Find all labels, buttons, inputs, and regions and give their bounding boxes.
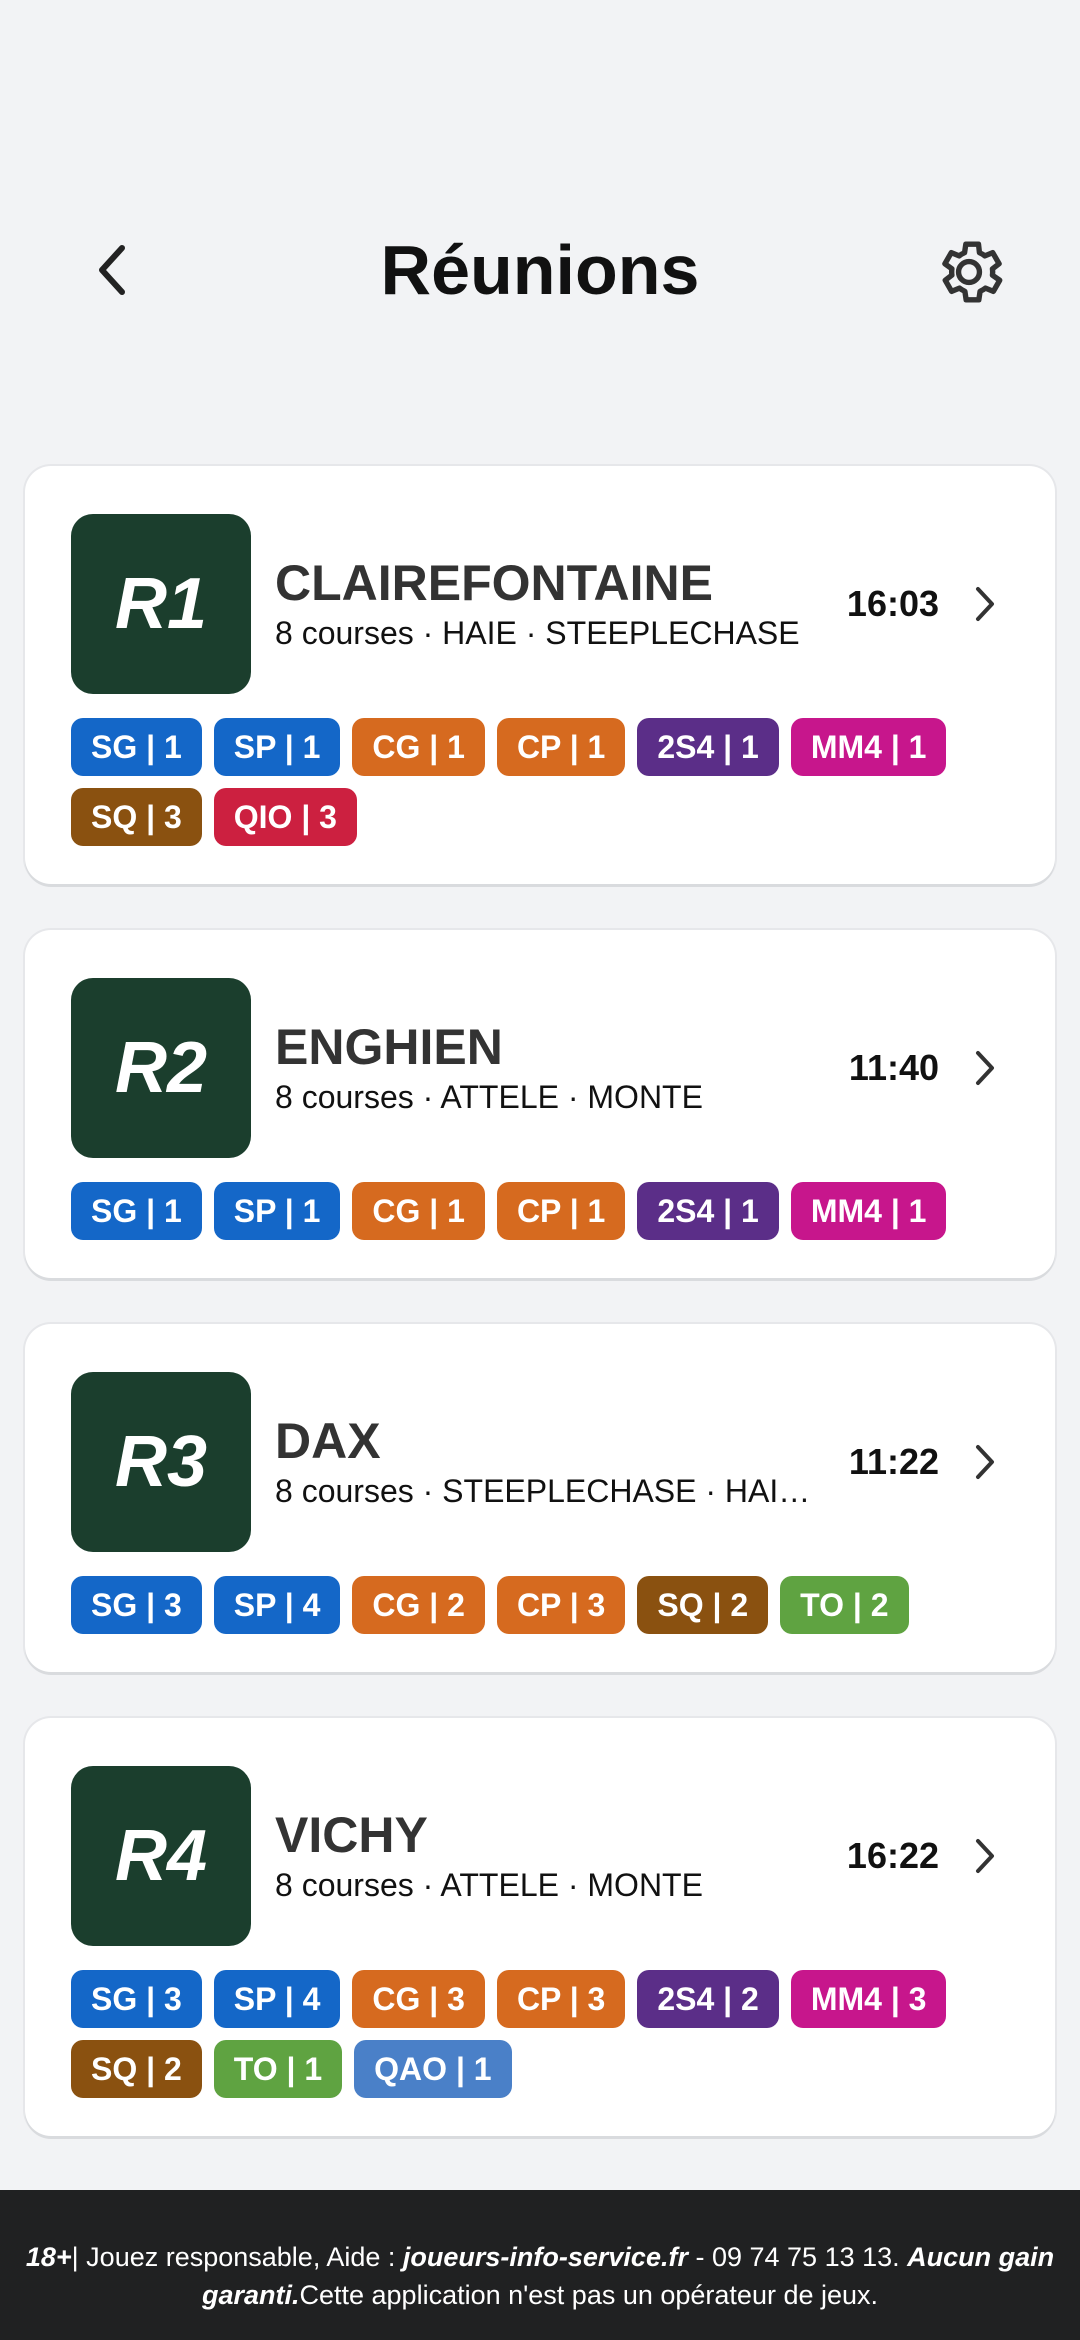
meeting-venue: ENGHIEN — [275, 1019, 503, 1075]
bet-type-chip[interactable]: CG | 3 — [352, 1970, 485, 2028]
footer-disclaimer: Cette application n'est pas un opérateur… — [299, 2280, 879, 2310]
chevron-right-icon[interactable] — [965, 1048, 1005, 1088]
meeting-card[interactable]: R3 DAX 8 courses · STEEPLECHASE · HAIE ·… — [25, 1324, 1055, 1672]
meeting-venue: CLAIREFONTAINE — [275, 555, 713, 611]
meeting-subtitle: 8 courses · HAIE · STEEPLECHASE — [275, 615, 800, 651]
bet-type-chip[interactable]: SP | 4 — [213, 1576, 341, 1634]
meeting-info: DAX 8 courses · STEEPLECHASE · HAIE · ..… — [275, 1412, 819, 1512]
bet-type-chip[interactable]: CP | 3 — [496, 1970, 626, 2028]
meeting-code-badge: R1 — [71, 514, 251, 694]
help-site-link[interactable]: joueurs-info-service.fr — [403, 2242, 688, 2272]
bet-type-chip[interactable]: SG | 1 — [71, 1182, 202, 1240]
bet-type-chips: SG | 3 SP | 4 CG | 3 CP | 3 2S4 | 2 MM4 | 3 SQ… — [71, 1970, 991, 2098]
bet-type-chip[interactable]: MM4 | 1 — [790, 1182, 947, 1240]
bet-type-chip[interactable]: SP | 1 — [213, 1182, 341, 1240]
header: Réunions — [0, 200, 1080, 340]
meeting-venue: DAX — [275, 1413, 381, 1469]
meeting-list: R1 CLAIREFONTAINE 8 courses · HAIE · STE… — [25, 466, 1055, 2182]
meeting-code-badge: R2 — [71, 978, 251, 1158]
bet-type-chip[interactable]: CP | 1 — [496, 718, 626, 776]
meeting-card-header: R2 ENGHIEN 8 courses · ATTELE · MONTE 11… — [71, 978, 1009, 1158]
bet-type-chip[interactable]: MM4 | 3 — [790, 1970, 947, 2028]
bet-type-chip[interactable]: SG | 3 — [71, 1970, 202, 2028]
bet-type-chip[interactable]: CG | 1 — [352, 1182, 485, 1240]
meeting-subtitle: 8 courses · ATTELE · MONTE — [275, 1867, 703, 1903]
page-title: Réunions — [380, 231, 700, 309]
meeting-info: ENGHIEN 8 courses · ATTELE · MONTE — [275, 1018, 819, 1118]
meeting-card[interactable]: R4 VICHY 8 courses · ATTELE · MONTE 16:2… — [25, 1718, 1055, 2136]
bet-type-chip[interactable]: QIO | 3 — [213, 788, 357, 846]
bet-type-chip[interactable]: TO | 2 — [780, 1576, 909, 1634]
bet-type-chip[interactable]: 2S4 | 1 — [637, 718, 779, 776]
meeting-subtitle: 8 courses · STEEPLECHASE · HAIE · ... — [275, 1473, 819, 1509]
bet-type-chip[interactable]: SQ | 3 — [71, 788, 202, 846]
bet-type-chip[interactable]: MM4 | 1 — [790, 718, 947, 776]
bet-type-chip[interactable]: 2S4 | 2 — [637, 1970, 779, 2028]
bet-type-chip[interactable]: CP | 3 — [496, 1576, 626, 1634]
meeting-time: 16:22 — [846, 1835, 939, 1876]
meeting-info: CLAIREFONTAINE 8 courses · HAIE · STEEPL… — [275, 554, 819, 654]
meeting-code-badge: R4 — [71, 1766, 251, 1946]
meeting-time: 16:03 — [846, 583, 939, 624]
bet-type-chip[interactable]: QAO | 1 — [354, 2040, 512, 2098]
bet-type-chip[interactable]: SG | 3 — [71, 1576, 202, 1634]
meeting-card-header: R1 CLAIREFONTAINE 8 courses · HAIE · STE… — [71, 514, 1009, 694]
meeting-venue: VICHY — [275, 1807, 428, 1863]
footer-phone: - 09 74 75 13 13. — [687, 2242, 908, 2272]
footer-text-1: | Jouez responsable, Aide : — [71, 2242, 403, 2272]
gear-icon — [942, 241, 1003, 303]
meeting-subtitle: 8 courses · ATTELE · MONTE — [275, 1079, 703, 1115]
bet-type-chip[interactable]: SP | 1 — [213, 718, 341, 776]
settings-button[interactable] — [925, 228, 1013, 316]
bet-type-chips: SG | 1 SP | 1 CG | 1 CP | 1 2S4 | 1 MM4 | 1 — [71, 1182, 991, 1240]
bet-type-chips: SG | 3 SP | 4 CG | 2 CP | 3 SQ | 2 TO | 2 — [71, 1576, 991, 1634]
bet-type-chip[interactable]: SG | 1 — [71, 718, 202, 776]
bet-type-chip[interactable]: TO | 1 — [213, 2040, 343, 2098]
chevron-right-icon[interactable] — [965, 1836, 1005, 1876]
age-label: 18+ — [25, 2242, 72, 2272]
chevron-right-icon[interactable] — [965, 584, 1005, 624]
bet-type-chip[interactable]: SQ | 2 — [71, 2040, 202, 2098]
meeting-card-header: R3 DAX 8 courses · STEEPLECHASE · HAIE ·… — [71, 1372, 1009, 1552]
responsible-gaming-footer: 18+| Jouez responsable, Aide : joueurs-i… — [0, 2190, 1080, 2340]
bet-type-chip[interactable]: SQ | 2 — [637, 1576, 769, 1634]
bet-type-chips: SG | 1 SP | 1 CG | 1 CP | 1 2S4 | 1 MM4 | 1 SQ… — [71, 718, 991, 846]
bet-type-chip[interactable]: 2S4 | 1 — [637, 1182, 779, 1240]
meeting-time: 11:40 — [848, 1047, 939, 1088]
meeting-card-header: R4 VICHY 8 courses · ATTELE · MONTE 16:2… — [71, 1766, 1009, 1946]
bet-type-chip[interactable]: SP | 4 — [213, 1970, 341, 2028]
meeting-info: VICHY 8 courses · ATTELE · MONTE — [275, 1806, 819, 1906]
bet-type-chip[interactable]: CG | 1 — [352, 718, 485, 776]
chevron-right-icon[interactable] — [965, 1442, 1005, 1482]
meeting-time: 11:22 — [848, 1441, 939, 1482]
meeting-card[interactable]: R1 CLAIREFONTAINE 8 courses · HAIE · STE… — [25, 466, 1055, 884]
bet-type-chip[interactable]: CP | 1 — [496, 1182, 626, 1240]
meeting-code-badge: R3 — [71, 1372, 251, 1552]
meeting-card[interactable]: R2 ENGHIEN 8 courses · ATTELE · MONTE 11… — [25, 930, 1055, 1278]
bet-type-chip[interactable]: CG | 2 — [352, 1576, 485, 1634]
